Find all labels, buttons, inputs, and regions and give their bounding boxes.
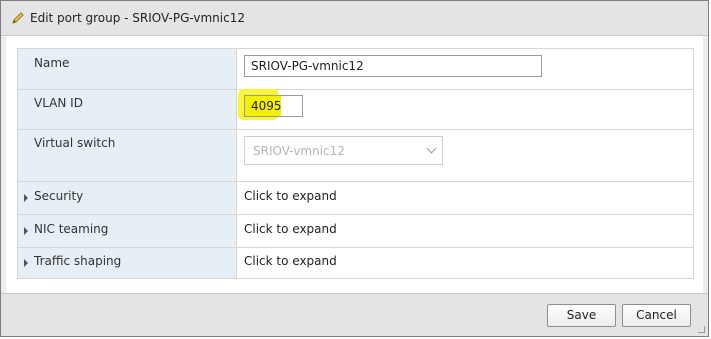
virtual-switch-label: Virtual switch: [34, 136, 116, 150]
form-row-traffic-shaping[interactable]: Traffic shaping Click to expand: [18, 248, 693, 278]
expand-caret-icon[interactable]: [24, 194, 28, 202]
expand-caret-icon[interactable]: [24, 227, 28, 235]
form-row-virtual-switch: Virtual switch SRIOV-vmnic12: [18, 130, 693, 182]
save-button[interactable]: Save: [547, 304, 616, 327]
dialog-titlebar[interactable]: Edit port group - SRIOV-PG-vmnic12: [1, 1, 708, 36]
dialog-footer: Save Cancel: [1, 293, 708, 336]
vlan-id-input[interactable]: 4095: [244, 95, 303, 117]
form-row-vlan: VLAN ID 4095: [18, 89, 693, 130]
port-group-form: Name SRIOV-PG-vmnic12 VLAN ID 4095 Virtu…: [17, 48, 694, 279]
pencil-icon: [12, 12, 24, 24]
nic-teaming-expand-text[interactable]: Click to expand: [244, 222, 337, 236]
edit-port-group-dialog: Edit port group - SRIOV-PG-vmnic12 Name …: [0, 0, 709, 337]
traffic-shaping-expand-text[interactable]: Click to expand: [244, 254, 337, 268]
security-label[interactable]: Security: [34, 189, 83, 203]
vlan-id-label: VLAN ID: [34, 96, 83, 110]
form-row-name: Name SRIOV-PG-vmnic12: [18, 49, 693, 90]
form-row-nic-teaming[interactable]: NIC teaming Click to expand: [18, 215, 693, 248]
nic-teaming-label[interactable]: NIC teaming: [34, 222, 108, 236]
virtual-switch-select[interactable]: SRIOV-vmnic12: [244, 136, 443, 165]
dialog-body: Name SRIOV-PG-vmnic12 VLAN ID 4095 Virtu…: [6, 36, 703, 294]
chevron-down-icon: [426, 143, 437, 154]
name-label: Name: [34, 56, 70, 70]
cancel-button[interactable]: Cancel: [622, 304, 691, 327]
virtual-switch-value: SRIOV-vmnic12: [253, 144, 345, 158]
traffic-shaping-label[interactable]: Traffic shaping: [34, 254, 121, 268]
form-row-security[interactable]: Security Click to expand: [18, 182, 693, 215]
security-expand-text[interactable]: Click to expand: [244, 189, 337, 203]
dialog-title: Edit port group - SRIOV-PG-vmnic12: [30, 11, 245, 25]
expand-caret-icon[interactable]: [24, 259, 28, 267]
resize-grip-icon[interactable]: [698, 326, 705, 333]
name-input[interactable]: SRIOV-PG-vmnic12: [244, 55, 542, 77]
